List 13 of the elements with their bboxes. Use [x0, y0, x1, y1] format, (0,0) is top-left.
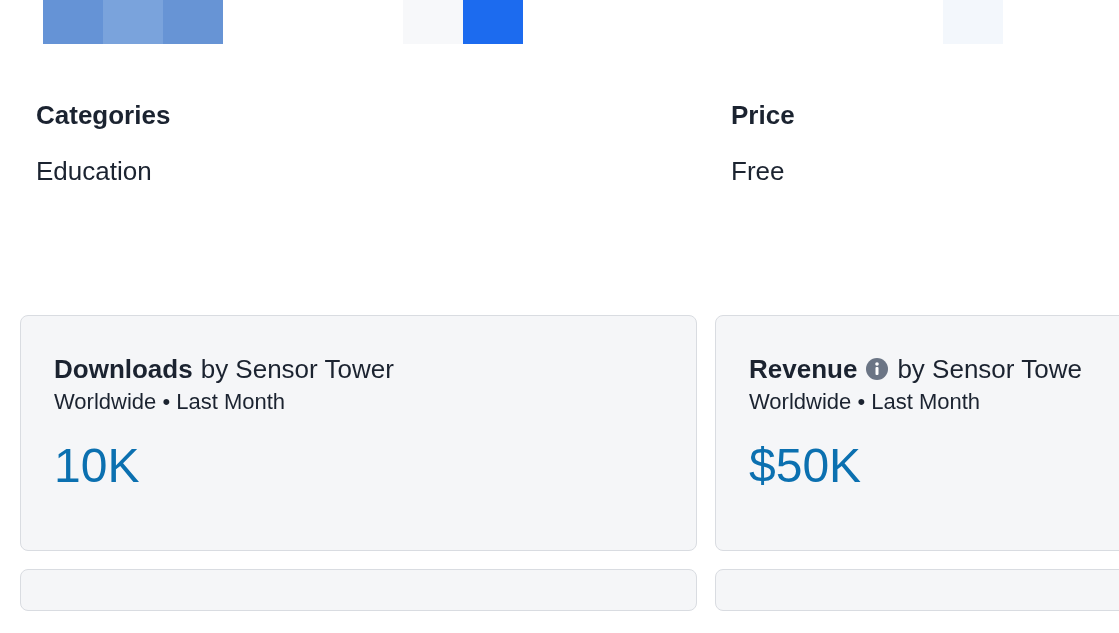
detail-label: Price	[731, 99, 796, 132]
metric-value: $50K	[749, 438, 863, 494]
scope-text: Worldwide • Last Month	[54, 388, 287, 416]
detail-value: Education	[36, 155, 153, 188]
source-text: by Sensor Towe	[897, 353, 1082, 386]
metric-value: 10K	[54, 438, 141, 494]
metric-title: Downloads	[54, 353, 193, 386]
scope-text: Worldwide • Last Month	[749, 388, 982, 416]
detail-label: Categories	[36, 99, 172, 132]
info-icon[interactable]	[865, 357, 890, 381]
metric-title: Revenue	[749, 353, 858, 386]
source-text: by Sensor Tower	[200, 353, 394, 386]
detail-value: Free	[731, 155, 786, 188]
